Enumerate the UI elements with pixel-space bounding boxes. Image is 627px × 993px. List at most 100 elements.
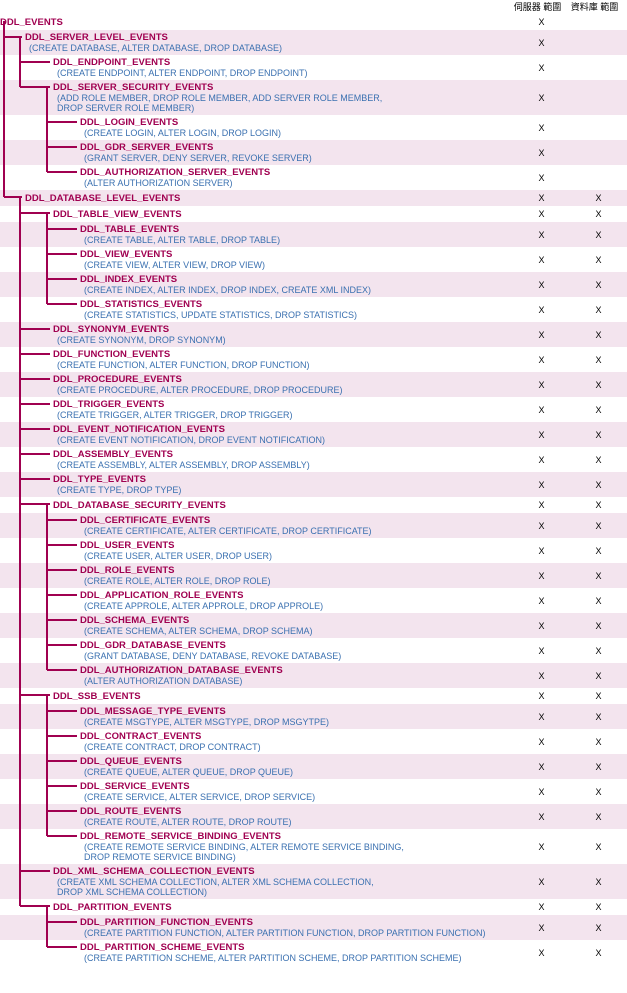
- server-scope-mark-ssb: X: [513, 691, 570, 701]
- node-desc-assembly: (CREATE ASSEMBLY, ALTER ASSEMBLY, DROP A…: [53, 460, 310, 470]
- database-scope-mark-db_security: X: [570, 500, 627, 510]
- server-scope-mark-gdr_server: X: [513, 148, 570, 158]
- node-desc-contract: (CREATE CONTRACT, DROP CONTRACT): [80, 742, 261, 752]
- database-scope-mark-app_role: X: [570, 596, 627, 606]
- node-desc-view: (CREATE VIEW, ALTER VIEW, DROP VIEW): [80, 260, 265, 270]
- tree-row-ssb: DDL_SSB_EVENTSXX: [0, 688, 627, 704]
- node-title-xml_schema: DDL_XML_SCHEMA_COLLECTION_EVENTS: [53, 866, 255, 877]
- node-desc-statistics: (CREATE STATISTICS, UPDATE STATISTICS, D…: [80, 310, 357, 320]
- tree-row-statistics: DDL_STATISTICS_EVENTS(CREATE STATISTICS,…: [0, 297, 627, 322]
- node-desc-user: (CREATE USER, ALTER USER, DROP USER): [80, 551, 272, 561]
- database-scope-mark-msg_type: X: [570, 712, 627, 722]
- node-title-assembly: DDL_ASSEMBLY_EVENTS: [53, 449, 173, 460]
- database-scope-mark-user: X: [570, 546, 627, 556]
- server-scope-mark-function: X: [513, 355, 570, 365]
- node-title-queue: DDL_QUEUE_EVENTS: [80, 756, 182, 767]
- server-scope-mark-part_func: X: [513, 923, 570, 933]
- server-scope-mark-endpoint: X: [513, 63, 570, 73]
- header-server-scope: 伺服器 範圍: [509, 0, 566, 14]
- tree-row-table: DDL_TABLE_EVENTS(CREATE TABLE, ALTER TAB…: [0, 222, 627, 247]
- node-desc-xml_schema-1: DROP XML SCHEMA COLLECTION): [53, 887, 207, 897]
- tree-row-part_scheme: DDL_PARTITION_SCHEME_EVENTS(CREATE PARTI…: [0, 940, 627, 965]
- server-scope-mark-certificate: X: [513, 521, 570, 531]
- node-title-schema: DDL_SCHEMA_EVENTS: [80, 615, 189, 626]
- node-title-partition: DDL_PARTITION_EVENTS: [53, 902, 172, 913]
- node-title-contract: DDL_CONTRACT_EVENTS: [80, 731, 201, 742]
- database-scope-mark-auth_db: X: [570, 671, 627, 681]
- tree-row-view: DDL_VIEW_EVENTS(CREATE VIEW, ALTER VIEW,…: [0, 247, 627, 272]
- tree-row-msg_type: DDL_MESSAGE_TYPE_EVENTS(CREATE MSGTYPE, …: [0, 704, 627, 729]
- server-scope-mark-service: X: [513, 787, 570, 797]
- server-scope-mark-user: X: [513, 546, 570, 556]
- node-title-trigger: DDL_TRIGGER_EVENTS: [53, 399, 164, 410]
- node-title-remote_svc: DDL_REMOTE_SERVICE_BINDING_EVENTS: [80, 831, 281, 842]
- node-desc-index: (CREATE INDEX, ALTER INDEX, DROP INDEX, …: [80, 285, 371, 295]
- node-desc-certificate: (CREATE CERTIFICATE, ALTER CERTIFICATE, …: [80, 526, 372, 536]
- database-scope-mark-part_scheme: X: [570, 948, 627, 958]
- tree-row-login: DDL_LOGIN_EVENTS(CREATE LOGIN, ALTER LOG…: [0, 115, 627, 140]
- database-scope-mark-procedure: X: [570, 380, 627, 390]
- node-desc-gdr_server: (GRANT SERVER, DENY SERVER, REVOKE SERVE…: [80, 153, 312, 163]
- node-desc-server_security-0: (ADD ROLE MEMBER, DROP ROLE MEMBER, ADD …: [53, 93, 382, 103]
- node-desc-app_role: (CREATE APPROLE, ALTER APPROLE, DROP APP…: [80, 601, 323, 611]
- node-title-service: DDL_SERVICE_EVENTS: [80, 781, 190, 792]
- server-scope-mark-part_scheme: X: [513, 948, 570, 958]
- tree-row-gdr_server: DDL_GDR_SERVER_EVENTS(GRANT SERVER, DENY…: [0, 140, 627, 165]
- database-scope-mark-index: X: [570, 280, 627, 290]
- server-scope-mark-type: X: [513, 480, 570, 490]
- node-title-index: DDL_INDEX_EVENTS: [80, 274, 177, 285]
- node-desc-queue: (CREATE QUEUE, ALTER QUEUE, DROP QUEUE): [80, 767, 293, 777]
- database-scope-mark-table: X: [570, 230, 627, 240]
- tree-row-part_func: DDL_PARTITION_FUNCTION_EVENTS(CREATE PAR…: [0, 915, 627, 940]
- server-scope-mark-auth_server: X: [513, 173, 570, 183]
- node-title-table_view: DDL_TABLE_VIEW_EVENTS: [53, 209, 182, 220]
- tree-row-contract: DDL_CONTRACT_EVENTS(CREATE CONTRACT, DRO…: [0, 729, 627, 754]
- node-desc-server_level: (CREATE DATABASE, ALTER DATABASE, DROP D…: [25, 43, 282, 53]
- database-scope-mark-part_func: X: [570, 923, 627, 933]
- tree-row-partition: DDL_PARTITION_EVENTSXX: [0, 899, 627, 915]
- node-title-gdr_db: DDL_GDR_DATABASE_EVENTS: [80, 640, 226, 651]
- node-title-event_notif: DDL_EVENT_NOTIFICATION_EVENTS: [53, 424, 225, 435]
- node-title-user: DDL_USER_EVENTS: [80, 540, 175, 551]
- node-title-msg_type: DDL_MESSAGE_TYPE_EVENTS: [80, 706, 226, 717]
- node-desc-msg_type: (CREATE MSGTYPE, ALTER MSGTYPE, DROP MSG…: [80, 717, 329, 727]
- server-scope-mark-synonym: X: [513, 330, 570, 340]
- database-scope-mark-ssb: X: [570, 691, 627, 701]
- node-title-part_scheme: DDL_PARTITION_SCHEME_EVENTS: [80, 942, 245, 953]
- tree-row-auth_db: DDL_AUTHORIZATION_DATABASE_EVENTS(ALTER …: [0, 663, 627, 688]
- node-title-procedure: DDL_PROCEDURE_EVENTS: [53, 374, 182, 385]
- tree-row-event_notif: DDL_EVENT_NOTIFICATION_EVENTS(CREATE EVE…: [0, 422, 627, 447]
- database-scope-mark-xml_schema: X: [570, 877, 627, 887]
- node-desc-event_notif: (CREATE EVENT NOTIFICATION, DROP EVENT N…: [53, 435, 325, 445]
- tree-row-xml_schema: DDL_XML_SCHEMA_COLLECTION_EVENTS(CREATE …: [0, 864, 627, 899]
- node-title-table: DDL_TABLE_EVENTS: [80, 224, 179, 235]
- tree-row-certificate: DDL_CERTIFICATE_EVENTS(CREATE CERTIFICAT…: [0, 513, 627, 538]
- database-scope-mark-service: X: [570, 787, 627, 797]
- node-title-ddl_events: DDL_EVENTS: [0, 17, 63, 28]
- tree-row-app_role: DDL_APPLICATION_ROLE_EVENTS(CREATE APPRO…: [0, 588, 627, 613]
- tree-row-db_security: DDL_DATABASE_SECURITY_EVENTSXX: [0, 497, 627, 513]
- server-scope-mark-role: X: [513, 571, 570, 581]
- server-scope-mark-route: X: [513, 812, 570, 822]
- server-scope-mark-table_view: X: [513, 209, 570, 219]
- node-desc-gdr_db: (GRANT DATABASE, DENY DATABASE, REVOKE D…: [80, 651, 341, 661]
- node-title-db_security: DDL_DATABASE_SECURITY_EVENTS: [53, 500, 226, 511]
- tree-row-type: DDL_TYPE_EVENTS(CREATE TYPE, DROP TYPE)X…: [0, 472, 627, 497]
- database-scope-mark-gdr_db: X: [570, 646, 627, 656]
- tree-row-function: DDL_FUNCTION_EVENTS(CREATE FUNCTION, ALT…: [0, 347, 627, 372]
- database-scope-mark-partition: X: [570, 902, 627, 912]
- database-scope-mark-view: X: [570, 255, 627, 265]
- tree-row-assembly: DDL_ASSEMBLY_EVENTS(CREATE ASSEMBLY, ALT…: [0, 447, 627, 472]
- node-desc-part_func: (CREATE PARTITION FUNCTION, ALTER PARTIT…: [80, 928, 486, 938]
- database-scope-mark-schema: X: [570, 621, 627, 631]
- tree-row-schema: DDL_SCHEMA_EVENTS(CREATE SCHEMA, ALTER S…: [0, 613, 627, 638]
- node-desc-route: (CREATE ROUTE, ALTER ROUTE, DROP ROUTE): [80, 817, 292, 827]
- node-title-route: DDL_ROUTE_EVENTS: [80, 806, 181, 817]
- database-scope-mark-queue: X: [570, 762, 627, 772]
- database-scope-mark-type: X: [570, 480, 627, 490]
- server-scope-mark-login: X: [513, 123, 570, 133]
- node-desc-function: (CREATE FUNCTION, ALTER FUNCTION, DROP F…: [53, 360, 310, 370]
- database-scope-mark-database_level: X: [570, 193, 627, 203]
- tree-row-endpoint: DDL_ENDPOINT_EVENTS(CREATE ENDPOINT, ALT…: [0, 55, 627, 80]
- node-desc-type: (CREATE TYPE, DROP TYPE): [53, 485, 181, 495]
